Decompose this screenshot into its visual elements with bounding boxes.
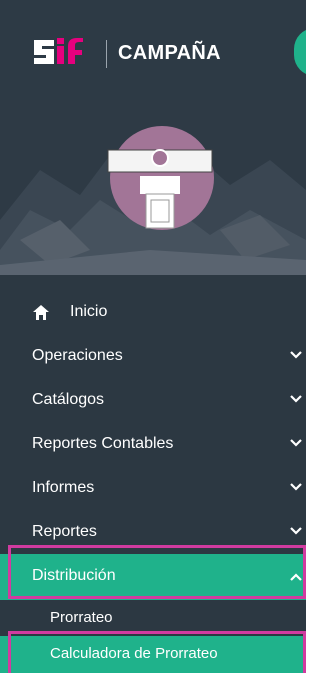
chevron-down-icon xyxy=(290,351,302,359)
menu-item-inicio[interactable]: Inicio xyxy=(0,290,306,334)
chevron-down-icon xyxy=(290,395,302,403)
menu-label-inicio: Inicio xyxy=(70,303,108,320)
menu-item-distribucion[interactable]: Distribución xyxy=(0,554,306,600)
menu-item-reportes-contables[interactable]: Reportes Contables xyxy=(0,422,306,466)
content-edge xyxy=(306,0,311,673)
menu-item-operaciones[interactable]: Operaciones xyxy=(0,334,306,378)
sidebar: CAMPAÑA Inicio Operaciones Catálogos Rep… xyxy=(0,0,306,673)
menu-label-reportes: Reportes xyxy=(32,523,97,540)
sidebar-header: CAMPAÑA xyxy=(0,0,306,100)
menu-item-reportes[interactable]: Reportes xyxy=(0,510,306,554)
menu-label-operaciones: Operaciones xyxy=(32,347,123,364)
menu-label-catalogos: Catálogos xyxy=(32,391,105,408)
submenu-item-prorrateo[interactable]: Prorrateo xyxy=(0,600,306,636)
app-title: CAMPAÑA xyxy=(118,42,221,64)
chevron-down-icon xyxy=(290,483,302,491)
menu-label-distribucion: Distribución xyxy=(32,567,116,584)
menu-label-reportes-contables: Reportes Contables xyxy=(32,435,174,452)
home-icon xyxy=(33,305,49,320)
chevron-down-icon xyxy=(290,527,302,535)
chevron-down-icon xyxy=(290,439,302,447)
sidebar-toggle-button[interactable] xyxy=(294,28,306,76)
submenu-label-prorrateo: Prorrateo xyxy=(50,609,113,626)
profile-banner xyxy=(0,100,306,275)
menu-label-informes: Informes xyxy=(32,479,95,496)
submenu-item-calculadora-prorrateo[interactable]: Calculadora de Prorrateo xyxy=(0,636,306,673)
chevron-up-icon xyxy=(290,573,302,581)
logo-separator xyxy=(106,40,107,68)
sif-logo xyxy=(34,38,83,64)
menu-item-catalogos[interactable]: Catálogos xyxy=(0,378,306,422)
menu-item-informes[interactable]: Informes xyxy=(0,466,306,510)
submenu-label-calculadora: Calculadora de Prorrateo xyxy=(50,645,218,662)
